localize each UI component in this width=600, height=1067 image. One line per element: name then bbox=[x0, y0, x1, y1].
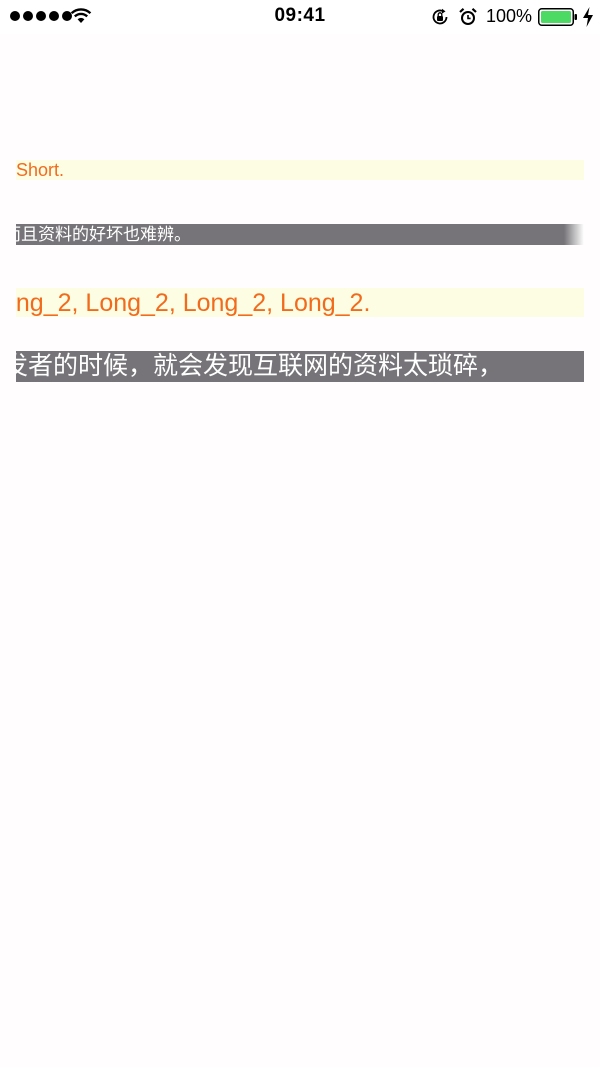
marquee-long-text: ong_2, Long_2, Long_2, Long_2. bbox=[16, 289, 371, 317]
status-bar: 09:41 100% bbox=[0, 0, 600, 34]
marquee-chinese-small-text: 而且资料的好坏也难辨。 bbox=[16, 225, 191, 244]
marquee-short: Short. bbox=[16, 160, 584, 180]
rotation-lock-icon bbox=[432, 8, 448, 25]
marquee-chinese-large: 发者的时候，就会发现互联网的资料太琐碎， bbox=[16, 351, 584, 382]
marquee-long: ong_2, Long_2, Long_2, Long_2. bbox=[16, 288, 584, 317]
battery-percent: 100% bbox=[486, 6, 533, 26]
battery-icon bbox=[538, 8, 577, 26]
marquee-chinese-small: 而且资料的好坏也难辨。 bbox=[16, 224, 584, 245]
marquee-short-text: Short. bbox=[16, 160, 65, 180]
charging-bolt-icon bbox=[583, 7, 593, 27]
alarm-icon bbox=[459, 7, 477, 25]
marquee-chinese-large-text: 发者的时候，就会发现互联网的资料太琐碎， bbox=[16, 352, 504, 380]
